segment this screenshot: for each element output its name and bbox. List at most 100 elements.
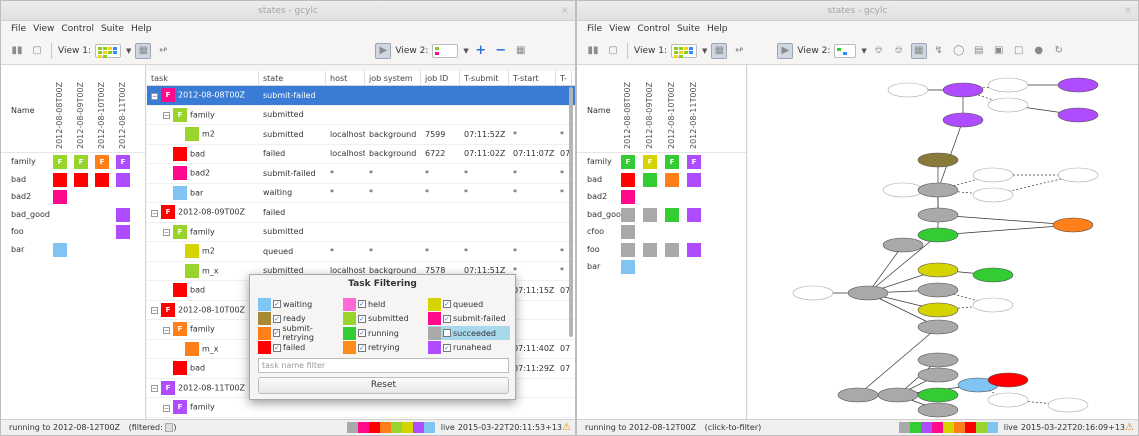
state-cell[interactable] xyxy=(621,225,635,239)
table-row[interactable]: − F 2012-08-09T00Z failed xyxy=(147,203,575,223)
state-cell[interactable] xyxy=(95,172,109,187)
graph-node[interactable] xyxy=(877,387,919,403)
view2-chevron-down-icon[interactable]: ▼ xyxy=(463,47,468,55)
click-to-filter-label[interactable]: (click-to-filter) xyxy=(705,423,762,432)
graph-node[interactable] xyxy=(987,392,1029,408)
menu-suite[interactable]: Suite xyxy=(101,21,124,37)
warning-icon[interactable]: ⚠ xyxy=(1125,420,1134,435)
table-row[interactable]: m2 queued * * * * * * xyxy=(147,242,575,262)
state-cell[interactable]: F xyxy=(74,155,88,169)
graph-node[interactable] xyxy=(917,227,959,243)
filter-failed-checkbox[interactable]: ✓ failed xyxy=(258,341,342,355)
stop-icon[interactable]: ▢ xyxy=(605,43,621,59)
table-row[interactable]: − Ffamily submitted xyxy=(147,223,575,242)
graph-tool-icon[interactable]: ● xyxy=(1031,43,1047,59)
table-row[interactable]: − F 2012-08-08T00Z submit-failed xyxy=(147,86,575,106)
filter-retrying-checkbox[interactable]: ✓ retrying xyxy=(343,341,427,355)
state-cell[interactable] xyxy=(621,172,635,187)
menu-help[interactable]: Help xyxy=(131,21,152,37)
view2-graph-view-icon[interactable] xyxy=(834,43,857,58)
state-cell[interactable] xyxy=(621,190,635,204)
graph-node[interactable] xyxy=(942,112,984,128)
graph-node[interactable] xyxy=(792,285,834,301)
col-task[interactable]: task xyxy=(147,71,259,85)
view1-chevron-down-icon[interactable]: ▼ xyxy=(702,47,707,55)
state-cell[interactable]: F xyxy=(116,155,130,169)
state-cell[interactable]: F xyxy=(665,155,679,169)
filter-running-checkbox[interactable]: ✓ running xyxy=(343,326,427,340)
state-cell[interactable] xyxy=(643,242,657,257)
state-cell[interactable] xyxy=(643,172,657,187)
collapse-minus-icon[interactable]: − xyxy=(493,43,509,59)
graph-node[interactable] xyxy=(1057,167,1099,183)
split-view-icon[interactable]: ▶ xyxy=(375,42,392,59)
expander-icon[interactable]: − xyxy=(163,404,170,412)
graph-node[interactable] xyxy=(887,82,929,98)
checkmark-icon[interactable]: ✓ xyxy=(273,343,281,352)
checkmark-icon[interactable]: ✓ xyxy=(443,300,451,308)
checkmark-icon[interactable]: ✓ xyxy=(443,343,451,352)
graph-node[interactable] xyxy=(917,319,959,335)
state-cell[interactable] xyxy=(621,207,635,222)
pause-icon[interactable]: ▮▮ xyxy=(585,43,601,59)
graph-node[interactable] xyxy=(987,77,1029,93)
view1-dot-view-icon[interactable] xyxy=(670,43,697,58)
expander-icon[interactable]: − xyxy=(163,326,170,334)
filter-submit-retrying-checkbox[interactable]: ✓ submit-retrying xyxy=(258,324,342,342)
graph-tool-icon[interactable]: ▤ xyxy=(971,43,987,59)
graph-node[interactable] xyxy=(917,367,959,383)
graph-node[interactable] xyxy=(917,387,959,403)
checkmark-icon[interactable]: ✓ xyxy=(273,300,281,308)
menu-help[interactable]: Help xyxy=(707,21,728,37)
graph-tool-icon[interactable]: ▣ xyxy=(991,43,1007,59)
state-cell[interactable] xyxy=(621,260,635,274)
graph-node[interactable] xyxy=(1057,107,1099,123)
expander-icon[interactable]: − xyxy=(151,307,158,315)
table-row[interactable]: bad2 submit-failed * * * * * * xyxy=(147,164,575,184)
col-job-system[interactable]: job system xyxy=(365,71,421,85)
stop-icon[interactable]: ▢ xyxy=(29,43,45,59)
graph-node[interactable] xyxy=(972,187,1014,203)
view1-dot-view-icon[interactable] xyxy=(94,43,121,58)
state-cell[interactable] xyxy=(53,242,67,257)
checkmark-icon[interactable]: ✓ xyxy=(358,329,366,337)
col-t-start[interactable]: T-start xyxy=(509,71,556,85)
state-cell[interactable] xyxy=(687,242,701,257)
graph-node[interactable] xyxy=(882,182,924,198)
graph-node[interactable] xyxy=(917,207,959,223)
graph-node[interactable] xyxy=(987,372,1029,388)
graph-node[interactable] xyxy=(882,237,924,253)
menu-view[interactable]: View xyxy=(33,21,54,37)
state-cell[interactable] xyxy=(665,207,679,222)
expander-icon[interactable]: − xyxy=(151,92,158,100)
graph-tool-icon[interactable]: □ xyxy=(1011,43,1027,59)
dependency-graph[interactable] xyxy=(748,65,1139,421)
col-t-end[interactable]: T- xyxy=(556,71,572,85)
state-cell[interactable] xyxy=(53,190,67,204)
graph-node[interactable] xyxy=(917,282,959,298)
expand-plus-icon[interactable]: + xyxy=(473,43,489,59)
col-job-id[interactable]: job ID xyxy=(421,71,460,85)
state-cell[interactable]: F xyxy=(53,155,67,169)
state-cell[interactable] xyxy=(116,207,130,222)
grid-view-icon[interactable]: ▦ xyxy=(135,42,152,59)
state-cell[interactable] xyxy=(643,207,657,222)
expander-icon[interactable]: − xyxy=(151,385,158,393)
graph-node[interactable] xyxy=(847,285,889,301)
checkmark-icon[interactable]: ✓ xyxy=(358,314,366,323)
state-cell[interactable] xyxy=(665,242,679,257)
table-row[interactable]: bar waiting * * * * * * xyxy=(147,184,575,203)
graph-node[interactable] xyxy=(917,182,959,198)
menu-view[interactable]: View xyxy=(609,21,630,37)
task-name-filter-input[interactable]: task name filter xyxy=(258,358,509,373)
state-cell[interactable] xyxy=(687,207,701,222)
refresh-icon[interactable]: ↻ xyxy=(1051,43,1067,59)
graph-node[interactable] xyxy=(917,352,959,368)
graph-node[interactable] xyxy=(972,167,1014,183)
state-cell[interactable] xyxy=(116,172,130,187)
filter-queued-checkbox[interactable]: ✓ queued xyxy=(428,297,510,311)
checkbox-empty-icon[interactable] xyxy=(443,329,451,337)
grid-view-icon[interactable]: ▦ xyxy=(711,42,728,59)
graph-node[interactable] xyxy=(1047,397,1089,413)
state-cell[interactable]: F xyxy=(95,155,109,169)
